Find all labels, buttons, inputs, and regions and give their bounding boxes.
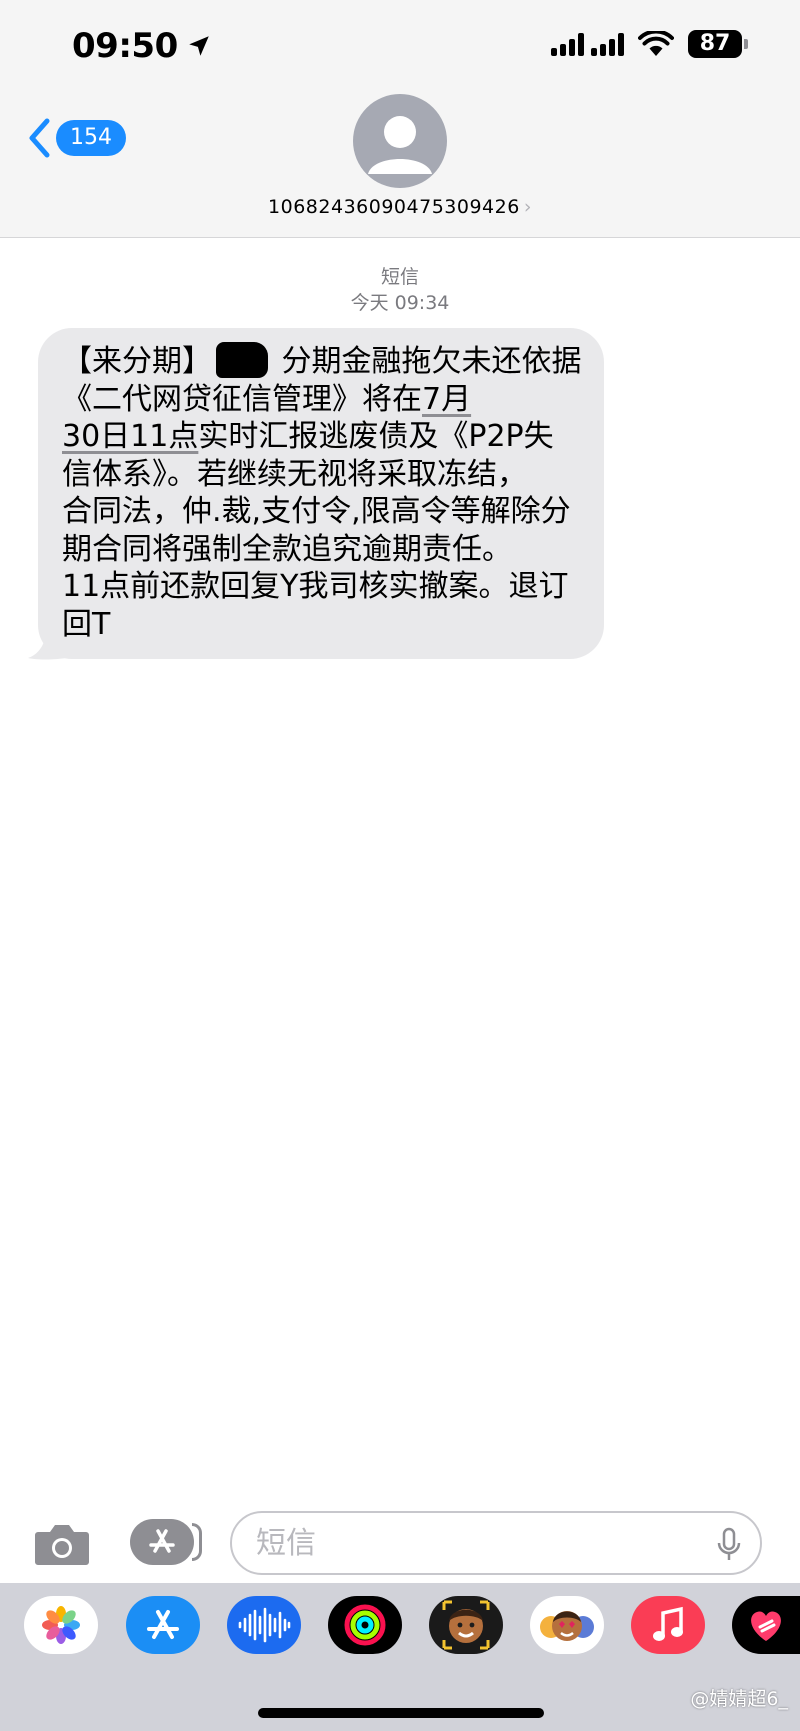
music-note-icon [653,1606,683,1641]
memoji-stickers-app-button[interactable] [530,1596,604,1654]
photos-app-button[interactable] [24,1596,98,1654]
activity-app-button[interactable] [328,1596,402,1654]
camera-icon [35,1525,89,1565]
contact-avatar[interactable] [353,94,447,188]
home-indicator[interactable] [258,1708,544,1718]
status-indicators: 87 [551,30,748,58]
message-text: 【来分期】 分期金融拖欠未还依据《二代网贷征信管理》将在7月 30日11点实时汇… [62,342,582,643]
heart-icon [751,1611,781,1641]
memoji-face-icon [442,1600,490,1650]
chevron-right-icon: › [523,196,532,218]
digital-touch-app-button[interactable] [732,1596,800,1654]
unread-count-badge: 154 [56,120,126,156]
watermark: @婧婧超6_ [690,1688,788,1710]
photos-icon [42,1606,80,1644]
chevron-left-icon [29,118,50,158]
app-store-icon [147,1610,179,1639]
received-message-bubble[interactable]: 【来分期】 分期金融拖欠未还依据《二代网贷征信管理》将在7月 30日11点实时汇… [38,328,604,659]
contact-name-button[interactable]: 10682436090475309426 › [0,196,800,218]
music-app-button[interactable] [631,1596,705,1654]
app-store-button[interactable] [130,1519,202,1565]
message-timestamp: 今天 09:34 [350,292,450,314]
app-store-icon [149,1529,175,1553]
contact-number: 10682436090475309426 [268,196,520,218]
status-time-text: 09:50 [72,26,178,66]
location-arrow-icon [188,36,209,56]
message-input[interactable] [230,1511,762,1575]
audio-message-app-button[interactable] [227,1596,301,1654]
cellular-signal-icon [551,32,624,56]
waveform-icon [238,1607,291,1643]
memoji-stickers-icon [540,1611,594,1641]
memoji-app-button[interactable] [429,1596,503,1654]
person-icon [368,116,432,174]
wifi-icon [638,31,674,56]
activity-rings-icon [344,1604,386,1646]
microphone-button[interactable] [716,1527,742,1567]
redaction-mark [216,342,268,378]
conversation-header: 09:50 87 154 10682436090475309426 › [0,0,800,238]
status-time: 09:50 [72,26,212,66]
battery-indicator: 87 [688,30,748,58]
microphone-icon [717,1527,741,1560]
message-sender-tag: 【来分期】 [62,344,212,379]
camera-button[interactable] [34,1522,90,1570]
back-button[interactable]: 154 [28,118,126,158]
app-store-app-button[interactable] [126,1596,200,1654]
message-service-label: 短信 [380,266,419,288]
